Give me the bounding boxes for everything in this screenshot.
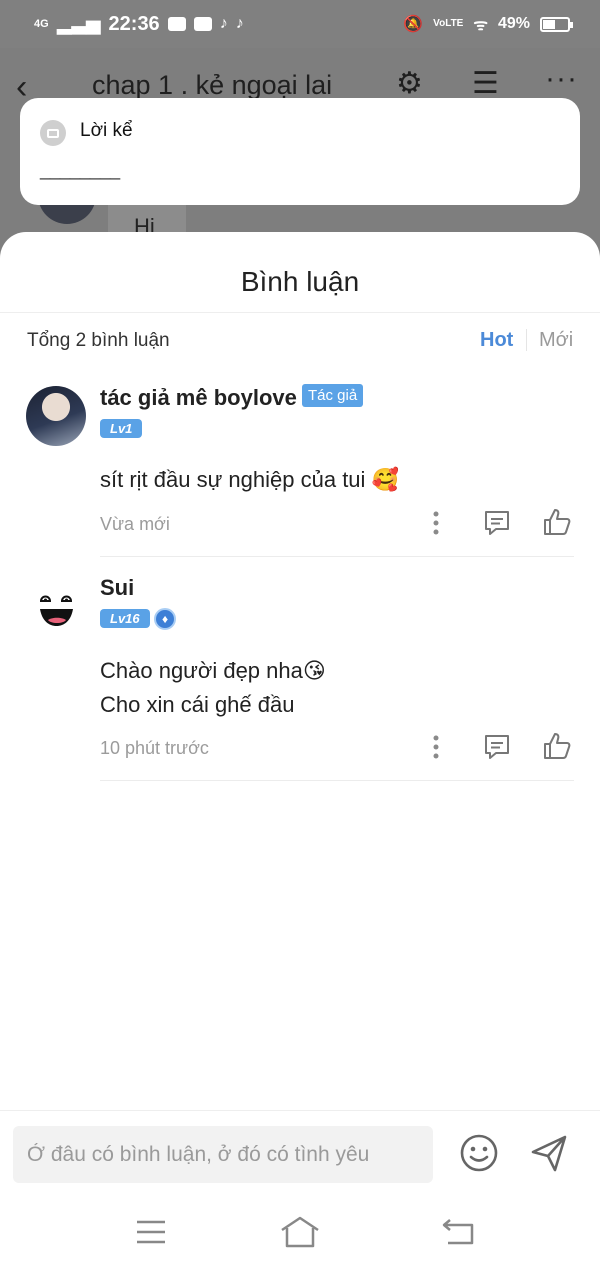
divider (0, 312, 600, 313)
send-icon[interactable] (528, 1132, 570, 1174)
status-bar: 4G ▂▃▅ 22:36 ♪ ♪ 🔕 VoLTE ᯤ 49% (0, 0, 600, 48)
more-options-icon[interactable] (425, 510, 447, 536)
reply-icon[interactable] (482, 508, 512, 538)
comment-text: Chào người đẹp nha😘 (100, 658, 326, 683)
level-badge: Lv1 (100, 419, 143, 438)
level-badge: Lv16 (100, 609, 150, 628)
battery-percent: 49% (497, 15, 530, 32)
chapter-title: chap 1 . kẻ ngoại lai (92, 70, 333, 100)
author-badge: Tác giả (302, 384, 364, 407)
more-icon[interactable]: ··· (545, 62, 578, 96)
nav-back-icon[interactable] (440, 1216, 476, 1246)
tiktok-icon: ♪ (219, 15, 228, 32)
more-options-icon[interactable] (425, 734, 447, 760)
mute-bell-icon: 🔕 (403, 16, 424, 33)
comment-username[interactable]: tác giả mê boylove (100, 385, 297, 411)
like-icon[interactable] (542, 507, 572, 537)
comment-input[interactable] (13, 1126, 433, 1183)
reply-icon[interactable] (482, 732, 512, 762)
sort-separator (526, 329, 527, 351)
comment-time: 10 phút trước (100, 738, 209, 758)
input-divider (0, 1110, 600, 1111)
comment-text: sít rịt đầu sự nghiệp của tui 🥰 (100, 467, 399, 492)
water-drop-badge-icon: ♦ (154, 608, 176, 630)
battery-icon (540, 16, 573, 32)
avatar[interactable] (26, 386, 86, 446)
comment-time: Vừa mới (100, 514, 170, 534)
comment-divider (100, 556, 574, 557)
signal-icon: ▂▃▅ (56, 13, 101, 35)
comment-divider (100, 780, 574, 781)
like-icon[interactable] (542, 731, 572, 761)
wifi-icon: ᯤ (473, 17, 488, 34)
comment-text: Cho xin cái ghế đầu (100, 692, 295, 717)
status-right: 🔕 VoLTE ᯤ 49% (403, 13, 573, 35)
narration-body: ________ (40, 160, 121, 180)
comments-sheet: Bình luận Tổng 2 bình luận Hot Mới tác g… (0, 232, 600, 1267)
narration-title: Lời kể (80, 120, 133, 141)
comment-item: Sui Lv16 ♦ Chào người đẹp nha😘 Cho xin c… (0, 572, 600, 782)
clock: 22:36 (108, 12, 160, 35)
mail-icon (167, 17, 186, 31)
gear-icon[interactable]: ⚙ (396, 66, 423, 101)
emoji-icon[interactable] (458, 1132, 500, 1174)
tiktok-icon-2: ♪ (235, 15, 244, 32)
comment-count: Tổng 2 bình luận (27, 330, 170, 351)
network-type: 4G (34, 18, 49, 30)
sort-hot-tab[interactable]: Hot (480, 329, 513, 352)
narration-icon (40, 120, 66, 146)
avatar[interactable] (26, 576, 86, 636)
sheet-title: Bình luận (240, 266, 360, 297)
youtube-icon (193, 17, 212, 31)
sort-new-tab[interactable]: Mới (539, 329, 573, 352)
comment-username[interactable]: Sui (100, 575, 134, 601)
nav-home-icon[interactable] (278, 1214, 322, 1250)
comment-item: tác giả mê boylove Tác giả Lv1 sít rịt đ… (0, 382, 600, 562)
narration-card: Lời kể ________ (20, 98, 580, 205)
volte-label: VoLTE (433, 18, 464, 29)
chapter-list-icon[interactable]: ☰ (472, 66, 499, 101)
status-left: 4G ▂▃▅ 22:36 ♪ ♪ (34, 13, 244, 36)
nav-recents-icon[interactable] (135, 1218, 167, 1246)
